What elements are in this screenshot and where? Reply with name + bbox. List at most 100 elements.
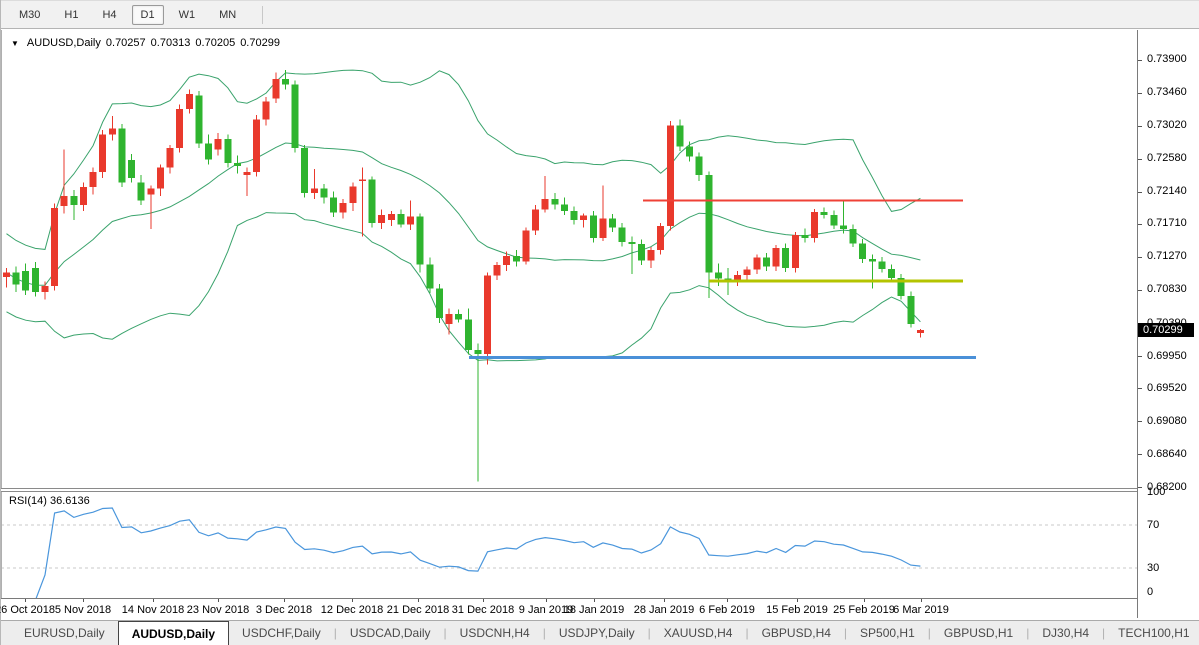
candle-body <box>888 269 895 278</box>
candle-body <box>253 120 260 173</box>
price-axis-label: 0.71270 <box>1147 250 1187 262</box>
tab-gbpusd-h1[interactable]: GBPUSD,H1 <box>931 621 1026 645</box>
date-axis-label: 6 Feb 2019 <box>699 604 755 616</box>
candle-body <box>840 225 847 229</box>
candle-body <box>917 330 924 333</box>
toolbar-separator <box>262 6 263 24</box>
date-axis-label: 23 Nov 2018 <box>187 604 249 616</box>
candle-body <box>359 180 366 182</box>
price-axis-label: 0.72580 <box>1147 152 1187 164</box>
candle-body <box>628 242 635 244</box>
date-tick <box>352 599 353 602</box>
tab-usdcnh-h4[interactable]: USDCNH,H4 <box>447 621 543 645</box>
tab-audusd-daily[interactable]: AUDUSD,Daily <box>118 621 229 645</box>
candle-body <box>436 289 443 318</box>
date-tick <box>664 599 665 602</box>
timeframe-toolbar: M30 H1 H4 D1 W1MN <box>1 0 1199 29</box>
price-axis-label: 0.69520 <box>1147 382 1187 394</box>
candle-body <box>859 243 866 259</box>
candle-body <box>205 144 212 160</box>
price-tick <box>1138 487 1142 488</box>
date-tick <box>218 599 219 602</box>
price-axis-label: 0.73900 <box>1147 53 1187 65</box>
ohlc-open: 0.70257 <box>106 37 146 49</box>
date-axis[interactable]: 26 Oct 20185 Nov 2018 14 Nov 201823 Nov 2… <box>1 598 1137 618</box>
main-chart[interactable] <box>1 30 1137 489</box>
price-axis-label: 0.69950 <box>1147 350 1187 362</box>
candle-body <box>715 273 722 279</box>
tab-eurusd-daily[interactable]: EURUSD,Daily <box>11 621 118 645</box>
price-tick <box>1138 159 1142 160</box>
date-axis-label: 18 Jan 2019 <box>564 604 625 616</box>
date-tick <box>153 599 154 602</box>
date-axis-label: 28 Jan 2019 <box>634 604 695 616</box>
candle-body <box>782 248 789 268</box>
candle-body <box>667 126 674 227</box>
candle-body <box>830 215 837 226</box>
rsi-line <box>35 508 920 598</box>
price-axis-label: 0.70830 <box>1147 283 1187 295</box>
candle-body <box>417 216 424 264</box>
date-axis-label: 14 Nov 2018 <box>122 604 184 616</box>
candle-body <box>850 229 857 243</box>
candle-body <box>157 168 164 189</box>
candle-body <box>551 199 558 204</box>
price-tick <box>1138 126 1142 127</box>
candle-body <box>753 258 760 270</box>
candle-body <box>571 211 578 220</box>
tab-usdchf-daily[interactable]: USDCHF,Daily <box>229 621 334 645</box>
candle-body <box>128 160 135 178</box>
date-tick <box>594 599 595 602</box>
price-tick <box>1138 421 1142 422</box>
candle-body <box>503 256 510 265</box>
candle-body <box>609 219 616 228</box>
tab-dj30-h4[interactable]: DJ30,H4 <box>1029 621 1102 645</box>
candle-body <box>878 262 885 270</box>
timeframe-button-H4[interactable]: H4 <box>93 5 125 25</box>
date-axis-label: 26 Oct 2018 <box>0 604 55 616</box>
rsi-axis-label: 70 <box>1147 519 1159 531</box>
date-tick <box>25 599 26 602</box>
timeframe-button-M30[interactable]: M30 <box>10 5 49 25</box>
candle-body <box>378 215 385 223</box>
price-axis-label: 0.68640 <box>1147 448 1187 460</box>
price-axis-label: 0.69080 <box>1147 415 1187 427</box>
candle-body <box>619 228 626 242</box>
candle-body <box>311 189 318 194</box>
candle-body <box>186 94 193 109</box>
candle-body <box>215 139 222 150</box>
price-axis[interactable]: 0.739000.734600.730200.725800.721400.717… <box>1137 30 1199 618</box>
tab-xauusd-h4[interactable]: XAUUSD,H4 <box>651 621 746 645</box>
tab-tech100-h1[interactable]: TECH100,H1 <box>1105 621 1199 645</box>
candle-body <box>13 273 20 285</box>
candle-body <box>869 259 876 261</box>
candle-body <box>22 271 29 291</box>
candle-body <box>397 214 404 225</box>
candle-body <box>32 268 39 292</box>
candle-body <box>532 210 539 231</box>
candle-body <box>70 196 77 205</box>
candle-body <box>676 126 683 147</box>
timeframe-button-D1[interactable]: D1 <box>132 5 164 25</box>
rsi-panel[interactable] <box>1 492 1137 598</box>
tab-usdjpy-daily[interactable]: USDJPY,Daily <box>546 621 648 645</box>
date-axis-label: 5 Nov 2018 <box>55 604 111 616</box>
price-axis-label: 0.73460 <box>1147 86 1187 98</box>
timeframe-button-MN[interactable]: MN <box>210 5 245 25</box>
rsi-axis-label: 0 <box>1147 586 1153 598</box>
tab-usdcad-daily[interactable]: USDCAD,Daily <box>337 621 444 645</box>
price-tick <box>1138 257 1142 258</box>
candle-body <box>580 216 587 221</box>
timeframe-button-H1[interactable]: H1 <box>55 5 87 25</box>
bollinger-lower-band <box>7 213 921 361</box>
tab-gbpusd-h4[interactable]: GBPUSD,H4 <box>749 621 844 645</box>
collapse-indicator-icon[interactable]: ▼ <box>11 39 19 48</box>
candle-body <box>474 350 481 354</box>
tab-sp500-h1[interactable]: SP500,H1 <box>847 621 928 645</box>
price-tick <box>1138 454 1142 455</box>
candle-body <box>282 79 289 84</box>
ohlc-low: 0.70205 <box>195 37 235 49</box>
candle-body <box>3 273 10 278</box>
candle-body <box>42 286 49 292</box>
timeframe-button-W1[interactable]: W1 <box>170 5 205 25</box>
